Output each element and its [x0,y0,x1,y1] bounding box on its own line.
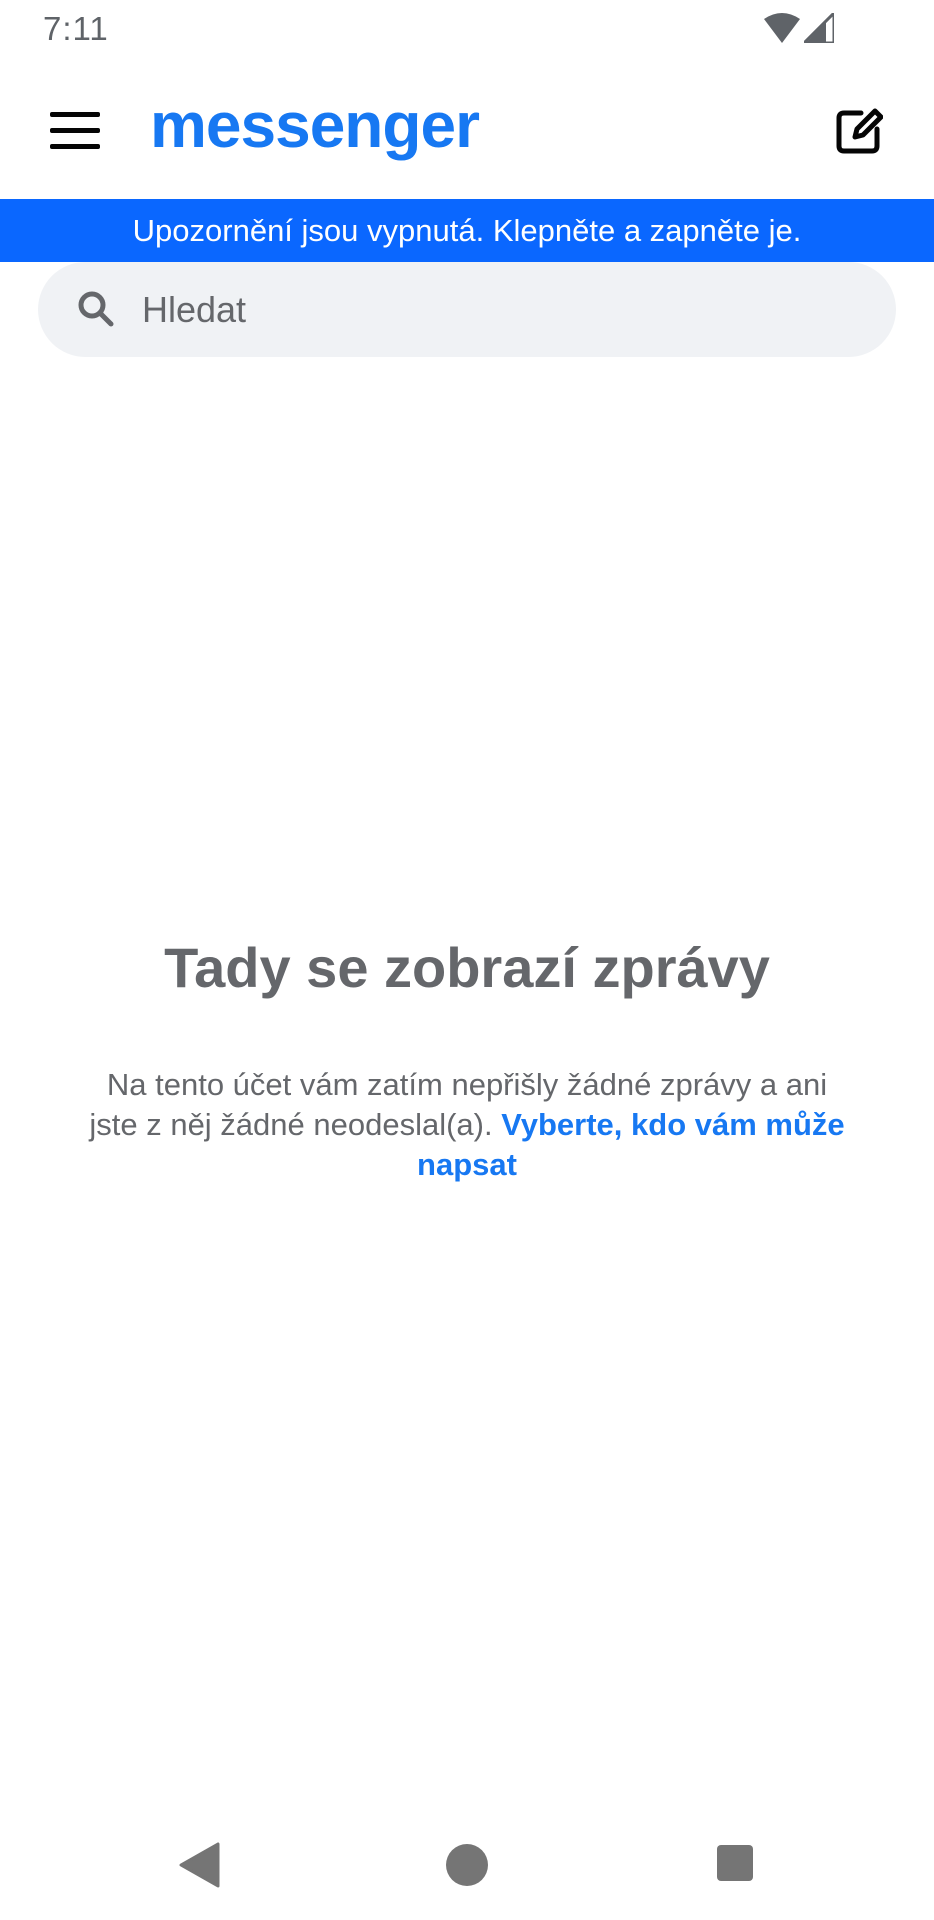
empty-state-body: Na tento účet vám zatím nepřišly žádné z… [80,1065,854,1185]
back-icon[interactable] [178,1842,220,1888]
status-icons [764,13,834,43]
compose-button[interactable] [824,96,894,166]
home-icon[interactable] [446,1844,488,1886]
wifi-icon [764,13,800,43]
recents-icon[interactable] [717,1845,753,1881]
search-input[interactable] [142,262,862,357]
system-navigation-bar [0,1812,934,1920]
empty-state-title: Tady se zobrazí zprávy [164,936,770,999]
compose-icon [836,108,883,154]
cellular-signal-icon [804,13,834,43]
notifications-off-banner[interactable]: Upozornění jsou vypnutá. Klepněte a zapn… [0,199,934,262]
messenger-screen: 7:11 messenger Upozornění jsou vypnutá. … [0,0,934,1920]
hamburger-menu-button[interactable] [40,96,110,166]
status-time: 7:11 [43,10,109,47]
status-bar: 7:11 [0,0,934,60]
messenger-logo: messenger [150,89,480,161]
search-bar[interactable] [38,262,896,357]
search-icon [78,291,114,327]
app-bar: messenger [0,60,934,199]
hamburger-menu-icon [50,112,100,149]
